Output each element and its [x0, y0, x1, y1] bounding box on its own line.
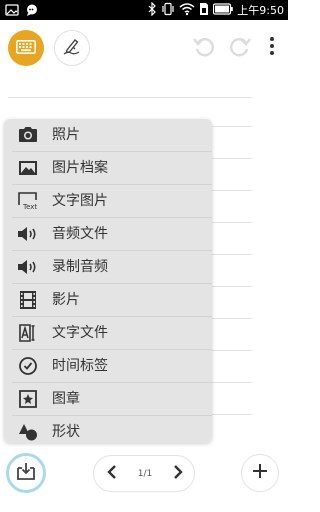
menu-item-stamp[interactable]: 图章 [4, 383, 212, 415]
status-left [5, 2, 39, 21]
menu-item-label: 时间标签 [52, 358, 108, 374]
ruled-line [8, 97, 252, 98]
menu-item-label: 形状 [52, 424, 80, 440]
menu-item-record-audio[interactable]: 录制音频 [4, 251, 212, 283]
bluetooth-icon [147, 1, 157, 19]
shapes-icon [16, 420, 40, 443]
menu-item-shapes[interactable]: 形状 [4, 416, 212, 443]
text-image-icon: Text [16, 189, 40, 213]
battery-icon [213, 2, 234, 18]
film-icon [16, 288, 40, 312]
undo-icon [192, 34, 216, 62]
ruled-line [212, 158, 252, 159]
menu-item-label: 文字文件 [52, 325, 108, 341]
stamp-icon [16, 387, 40, 411]
menu-item-video[interactable]: 影片 [4, 284, 212, 316]
page-navigator: 1/1 [93, 455, 195, 492]
speaker-icon [16, 222, 40, 246]
previous-page-button[interactable] [100, 462, 124, 486]
chevron-left-icon [106, 464, 118, 484]
text-image-badge: Text [22, 203, 37, 211]
sim-icon [199, 2, 209, 19]
menu-item-photo[interactable]: 照片 [4, 119, 212, 151]
screen: 上午9:50 照片 图片档案 Text 文字图片 音频文件 录制音频 影片 文字… [0, 0, 288, 512]
menu-item-label: 照片 [52, 127, 80, 143]
keyboard-button[interactable] [8, 30, 44, 66]
menu-item-label: 图片档案 [52, 160, 108, 176]
camera-icon [16, 123, 40, 147]
vibrate-icon [161, 2, 175, 19]
ruled-line [212, 382, 252, 383]
text-file-icon [16, 321, 40, 345]
chevron-right-icon [172, 464, 184, 484]
chat-icon [25, 2, 39, 21]
status-right: 上午9:50 [147, 0, 284, 20]
wifi-icon [179, 2, 195, 19]
speaker-record-icon [16, 255, 40, 279]
insert-icon [16, 461, 36, 485]
clock-icon [16, 354, 40, 378]
menu-item-label: 图章 [52, 391, 80, 407]
menu-item-label: 音频文件 [52, 226, 108, 242]
ruled-line [212, 126, 252, 127]
more-options-button[interactable] [262, 32, 282, 64]
clock-time: 上午9:50 [237, 4, 284, 17]
menu-item-text-file[interactable]: 文字文件 [4, 317, 212, 349]
pen-icon [62, 36, 82, 60]
menu-item-timestamp[interactable]: 时间标签 [4, 350, 212, 382]
menu-item-label: 影片 [52, 292, 80, 308]
pen-button[interactable] [54, 30, 90, 66]
undo-button[interactable] [188, 32, 220, 64]
add-page-button[interactable] [241, 454, 279, 492]
menu-item-text-image[interactable]: Text 文字图片 [4, 185, 212, 217]
status-bar: 上午9:50 [0, 0, 288, 20]
menu-item-label: 文字图片 [52, 193, 108, 209]
ruled-line [212, 222, 252, 223]
next-page-button[interactable] [166, 462, 190, 486]
menu-item-label: 录制音频 [52, 259, 108, 275]
menu-item-audio-file[interactable]: 音频文件 [4, 218, 212, 250]
ruled-line [212, 318, 252, 319]
ruled-line [212, 254, 252, 255]
ruled-line [212, 414, 252, 415]
redo-button[interactable] [224, 32, 256, 64]
insert-menu: 照片 图片档案 Text 文字图片 音频文件 录制音频 影片 文字文件 时间标签… [4, 119, 212, 443]
redo-icon [228, 34, 252, 62]
ruled-line [212, 286, 252, 287]
toolbar [0, 20, 288, 76]
image-icon [16, 156, 40, 180]
keyboard-icon [16, 39, 36, 58]
gallery-icon [5, 2, 19, 21]
more-vertical-icon [269, 36, 275, 60]
ruled-line [212, 350, 252, 351]
insert-button[interactable] [6, 453, 46, 493]
menu-item-image-file[interactable]: 图片档案 [4, 152, 212, 184]
page-indicator: 1/1 [137, 469, 153, 479]
ruled-line [212, 190, 252, 191]
plus-icon [250, 461, 270, 485]
